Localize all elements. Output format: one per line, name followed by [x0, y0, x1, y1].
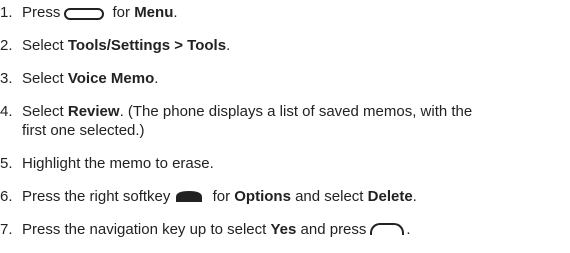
step-number: 7. — [0, 221, 13, 238]
step-text-after: and press — [296, 221, 367, 238]
step-text-line2: first one selected.) — [22, 122, 145, 139]
step-bold-term: Yes — [270, 221, 297, 238]
step-text: Select Review. (The phone displays a lis… — [22, 102, 570, 121]
step-text-end: . — [226, 37, 231, 54]
menu-key-icon — [64, 8, 105, 20]
step-text-after: for — [208, 188, 235, 205]
step-number: 3. — [0, 70, 13, 87]
step-bold-term: Options — [234, 188, 291, 205]
step-number: 1. — [0, 4, 13, 21]
step-text-end: . — [154, 70, 159, 87]
step-text-before: Highlight the memo to erase. — [22, 155, 214, 172]
step-text-before: Press — [22, 4, 61, 21]
ok-key-icon — [370, 223, 405, 235]
step-text-before: Select — [22, 103, 68, 120]
step-text: Select Tools/Settings > Tools. — [22, 36, 570, 55]
step-text-before: Press the navigation key up to select — [22, 221, 271, 238]
step-bold-term: Tools/Settings > Tools — [67, 37, 227, 54]
step-text: Press the navigation key up to select Ye… — [22, 220, 570, 239]
step-number: 2. — [0, 37, 13, 54]
step-bold-term-2: Delete — [367, 188, 413, 205]
step-text-before: Select — [22, 70, 68, 87]
step-text-mid: and select — [290, 188, 368, 205]
step-text-before: Select — [22, 37, 68, 54]
step-text-after: . (The phone displays a list of saved me… — [119, 103, 473, 120]
step-text: Press the right softkey for Options and … — [22, 187, 570, 206]
step-text-end: . — [412, 188, 417, 205]
step-bold-term: Voice Memo — [67, 70, 155, 87]
step-number: 4. — [0, 103, 13, 120]
step-text: Select Voice Memo. — [22, 69, 570, 88]
step-bold-term: Menu — [134, 4, 174, 21]
step-bold-term: Review — [67, 103, 120, 120]
right-softkey-icon — [176, 191, 203, 202]
step-text: Highlight the memo to erase. — [22, 154, 570, 173]
step-text-after: for — [108, 4, 135, 21]
step-number: 6. — [0, 188, 13, 205]
step-number: 5. — [0, 155, 13, 172]
step-text: Press for Menu. — [22, 3, 570, 22]
step-text-before: Press the right softkey — [22, 188, 171, 205]
step-text-end: . — [406, 221, 411, 238]
step-text-end: . — [173, 4, 178, 21]
